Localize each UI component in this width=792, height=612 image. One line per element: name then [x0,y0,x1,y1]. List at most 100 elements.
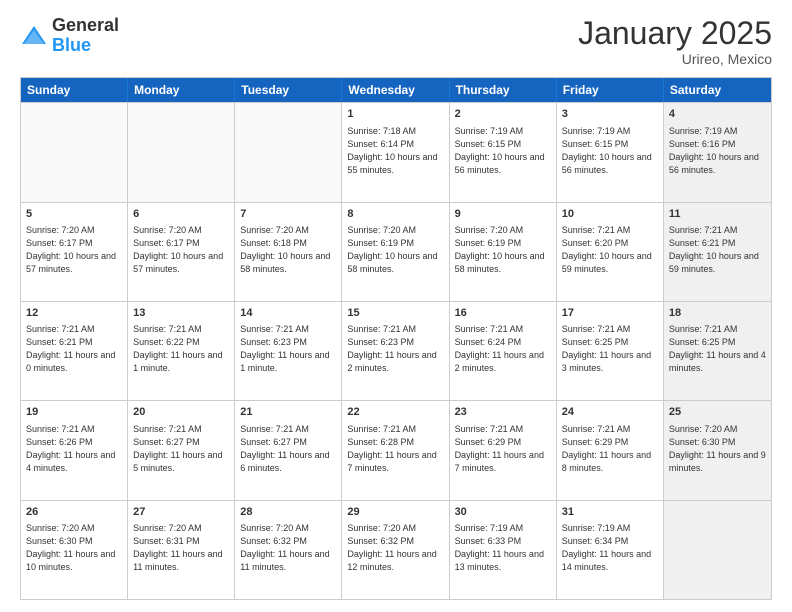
day-number: 7 [240,207,336,222]
day-info: Sunrise: 7:20 AM Sunset: 6:17 PM Dayligh… [133,224,229,276]
calendar-cell: 15 Sunrise: 7:21 AM Sunset: 6:23 PM Dayli… [342,302,449,400]
logo-text: General Blue [52,16,119,56]
day-number: 15 [347,306,443,321]
calendar-cell: 27Sunrise: 7:20 AM Sunset: 6:31 PM Dayli… [128,501,235,599]
calendar-cell: 26 Sunrise: 7:20 AM Sunset: 6:30 PM Dayli… [21,501,128,599]
day-info: Sunrise: 7:19 AM Sunset: 6:16 PM Dayligh… [669,125,766,177]
day-number: 17 [562,306,658,321]
day-number: 8 [347,207,443,222]
weekday-header: Sunday [21,78,128,102]
calendar-cell [128,103,235,201]
day-info: Sunrise: 7:21 AM Sunset: 6:27 PM Dayligh… [240,423,336,475]
calendar-cell: 19Sunrise: 7:21 AM Sunset: 6:26 PM Dayli… [21,401,128,499]
day-info: Sunrise: 7:21 AM Sunset: 6:23 PM Dayligh… [347,323,443,375]
calendar-cell: 14 Sunrise: 7:21 AM Sunset: 6:23 PM Dayli… [235,302,342,400]
location: Urireo, Mexico [578,51,772,67]
day-info: Sunrise: 7:20 AM Sunset: 6:19 PM Dayligh… [455,224,551,276]
calendar-row: 26 Sunrise: 7:20 AM Sunset: 6:30 PM Dayli… [21,500,771,599]
calendar-cell [664,501,771,599]
calendar-body: 1 Sunrise: 7:18 AM Sunset: 6:14 PM Daylig… [21,102,771,599]
day-info: Sunrise: 7:21 AM Sunset: 6:20 PM Dayligh… [562,224,658,276]
calendar-cell: 5Sunrise: 7:20 AM Sunset: 6:17 PM Daylig… [21,203,128,301]
day-info: Sunrise: 7:20 AM Sunset: 6:32 PM Dayligh… [347,522,443,574]
day-info: Sunrise: 7:18 AM Sunset: 6:14 PM Dayligh… [347,125,443,177]
day-number: 5 [26,207,122,222]
calendar-cell: 3Sunrise: 7:19 AM Sunset: 6:15 PM Daylig… [557,103,664,201]
calendar-cell: 2Sunrise: 7:19 AM Sunset: 6:15 PM Daylig… [450,103,557,201]
calendar-cell: 24 Sunrise: 7:21 AM Sunset: 6:29 PM Dayli… [557,401,664,499]
calendar-cell: 25 Sunrise: 7:20 AM Sunset: 6:30 PM Dayli… [664,401,771,499]
calendar-cell: 16 Sunrise: 7:21 AM Sunset: 6:24 PM Dayli… [450,302,557,400]
calendar-cell: 4 Sunrise: 7:19 AM Sunset: 6:16 PM Daylig… [664,103,771,201]
day-info: Sunrise: 7:21 AM Sunset: 6:21 PM Dayligh… [26,323,122,375]
day-info: Sunrise: 7:21 AM Sunset: 6:29 PM Dayligh… [562,423,658,475]
day-number: 11 [669,207,766,222]
day-number: 19 [26,405,122,420]
calendar-cell: 22Sunrise: 7:21 AM Sunset: 6:28 PM Dayli… [342,401,449,499]
day-number: 26 [26,505,122,520]
weekday-header: Thursday [450,78,557,102]
day-info: Sunrise: 7:20 AM Sunset: 6:31 PM Dayligh… [133,522,229,574]
weekday-header: Tuesday [235,78,342,102]
day-number: 10 [562,207,658,222]
day-info: Sunrise: 7:21 AM Sunset: 6:22 PM Dayligh… [133,323,229,375]
header: General Blue January 2025 Urireo, Mexico [20,16,772,67]
day-info: Sunrise: 7:19 AM Sunset: 6:15 PM Dayligh… [455,125,551,177]
weekday-header: Saturday [664,78,771,102]
day-info: Sunrise: 7:20 AM Sunset: 6:30 PM Dayligh… [669,423,766,475]
logo-blue: Blue [52,35,91,55]
day-number: 25 [669,405,766,420]
day-number: 28 [240,505,336,520]
day-info: Sunrise: 7:21 AM Sunset: 6:24 PM Dayligh… [455,323,551,375]
calendar-cell: 17Sunrise: 7:21 AM Sunset: 6:25 PM Dayli… [557,302,664,400]
day-info: Sunrise: 7:20 AM Sunset: 6:30 PM Dayligh… [26,522,122,574]
day-info: Sunrise: 7:19 AM Sunset: 6:34 PM Dayligh… [562,522,658,574]
day-info: Sunrise: 7:21 AM Sunset: 6:29 PM Dayligh… [455,423,551,475]
month-title: January 2025 [578,16,772,51]
page: General Blue January 2025 Urireo, Mexico… [0,0,792,612]
day-number: 23 [455,405,551,420]
day-info: Sunrise: 7:21 AM Sunset: 6:25 PM Dayligh… [669,323,766,375]
calendar-cell [21,103,128,201]
day-number: 4 [669,107,766,122]
day-info: Sunrise: 7:20 AM Sunset: 6:32 PM Dayligh… [240,522,336,574]
day-info: Sunrise: 7:21 AM Sunset: 6:21 PM Dayligh… [669,224,766,276]
calendar-cell: 21 Sunrise: 7:21 AM Sunset: 6:27 PM Dayli… [235,401,342,499]
calendar-cell: 12Sunrise: 7:21 AM Sunset: 6:21 PM Dayli… [21,302,128,400]
calendar-cell: 28 Sunrise: 7:20 AM Sunset: 6:32 PM Dayli… [235,501,342,599]
day-info: Sunrise: 7:20 AM Sunset: 6:18 PM Dayligh… [240,224,336,276]
logo-icon [20,22,48,50]
calendar-cell: 11 Sunrise: 7:21 AM Sunset: 6:21 PM Dayli… [664,203,771,301]
day-number: 29 [347,505,443,520]
calendar-cell: 9 Sunrise: 7:20 AM Sunset: 6:19 PM Daylig… [450,203,557,301]
calendar-cell: 6Sunrise: 7:20 AM Sunset: 6:17 PM Daylig… [128,203,235,301]
day-number: 9 [455,207,551,222]
calendar-cell: 31 Sunrise: 7:19 AM Sunset: 6:34 PM Dayli… [557,501,664,599]
calendar-cell: 30Sunrise: 7:19 AM Sunset: 6:33 PM Dayli… [450,501,557,599]
calendar-header: SundayMondayTuesdayWednesdayThursdayFrid… [21,78,771,102]
calendar: SundayMondayTuesdayWednesdayThursdayFrid… [20,77,772,600]
weekday-header: Wednesday [342,78,449,102]
calendar-row: 19Sunrise: 7:21 AM Sunset: 6:26 PM Dayli… [21,400,771,499]
calendar-cell: 7 Sunrise: 7:20 AM Sunset: 6:18 PM Daylig… [235,203,342,301]
day-number: 21 [240,405,336,420]
day-number: 16 [455,306,551,321]
day-info: Sunrise: 7:21 AM Sunset: 6:23 PM Dayligh… [240,323,336,375]
day-number: 31 [562,505,658,520]
day-info: Sunrise: 7:20 AM Sunset: 6:19 PM Dayligh… [347,224,443,276]
weekday-header: Monday [128,78,235,102]
day-number: 13 [133,306,229,321]
weekday-header: Friday [557,78,664,102]
calendar-cell: 29 Sunrise: 7:20 AM Sunset: 6:32 PM Dayli… [342,501,449,599]
calendar-row: 12Sunrise: 7:21 AM Sunset: 6:21 PM Dayli… [21,301,771,400]
day-number: 24 [562,405,658,420]
day-number: 1 [347,107,443,122]
day-number: 3 [562,107,658,122]
day-number: 22 [347,405,443,420]
day-info: Sunrise: 7:19 AM Sunset: 6:33 PM Dayligh… [455,522,551,574]
calendar-cell [235,103,342,201]
calendar-cell: 13 Sunrise: 7:21 AM Sunset: 6:22 PM Dayli… [128,302,235,400]
calendar-row: 5 Sunrise: 7:20 AM Sunset: 6:17 PM Daylig… [21,202,771,301]
day-number: 14 [240,306,336,321]
calendar-cell: 18Sunrise: 7:21 AM Sunset: 6:25 PM Dayli… [664,302,771,400]
